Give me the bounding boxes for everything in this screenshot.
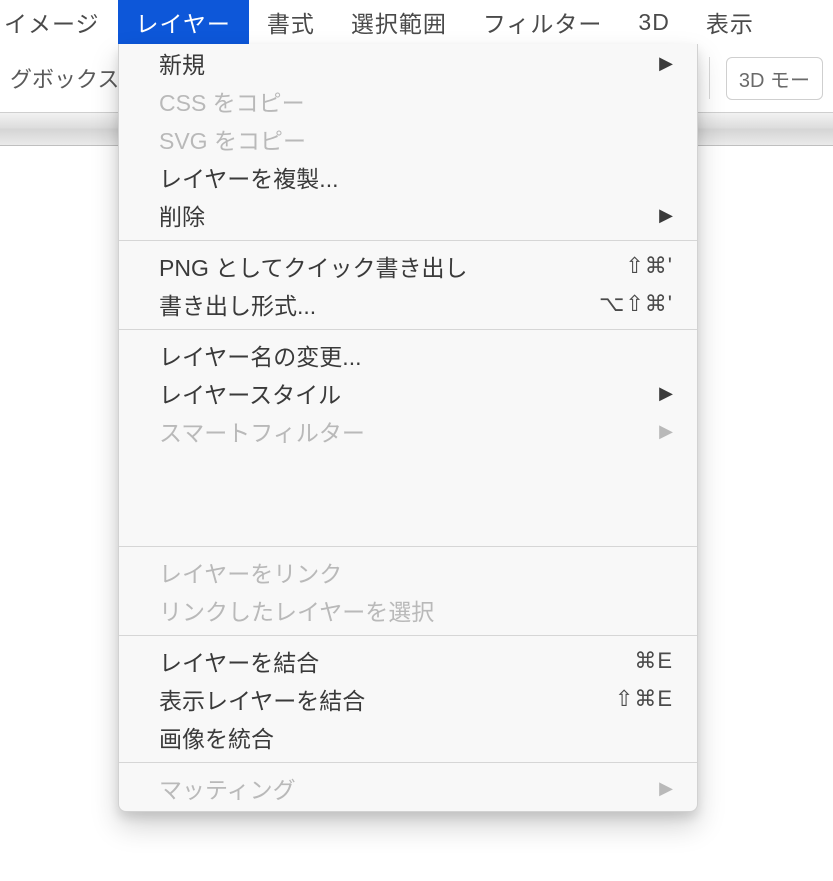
menu-item: CSS をコピー [119, 82, 697, 120]
menu-item-label: レイヤーをリンク [159, 555, 673, 589]
menu-separator [119, 762, 697, 763]
menu-item-label: スマートフィルター [159, 414, 641, 448]
menu-item[interactable]: 画像を統合 [119, 718, 697, 756]
submenu-arrow-icon: ▶ [659, 422, 673, 440]
menu-item[interactable]: PNG としてクイック書き出し ⇧⌘' [119, 247, 697, 285]
menu-item-label: リンクしたレイヤーを選択 [159, 593, 673, 627]
menu-select[interactable]: 選択範囲 [333, 0, 465, 44]
menu-item-label: レイヤーを結合 [159, 644, 616, 678]
menu-item: リンクしたレイヤーを選択 [119, 591, 697, 629]
vertical-separator [709, 57, 710, 99]
menu-item-label: 表示レイヤーを結合 [159, 682, 597, 716]
menu-item[interactable]: レイヤースタイル ▶ [119, 374, 697, 412]
menu-label: 3D [638, 9, 669, 36]
menu-view[interactable]: 表示 [688, 0, 772, 44]
submenu-arrow-icon: ▶ [659, 54, 673, 72]
menu-item-shortcut: ⌥⇧⌘' [599, 291, 673, 317]
menu-item: SVG をコピー [119, 120, 697, 158]
menu-layer[interactable]: レイヤー [118, 0, 249, 44]
menu-item-label: 画像を統合 [159, 720, 673, 754]
3d-mode-selector[interactable]: 3D モー [726, 57, 823, 100]
menu-label: 書式 [267, 5, 315, 39]
menu-item: スマートフィルター ▶ [119, 412, 697, 450]
options-right: 3D モー [688, 57, 823, 100]
menu-item[interactable]: 削除 ▶ [119, 196, 697, 234]
menu-item: レイヤーをリンク [119, 553, 697, 591]
menu-item-label: 書き出し形式... [159, 287, 581, 321]
menu-item[interactable]: 書き出し形式... ⌥⇧⌘' [119, 285, 697, 323]
menu-3d[interactable]: 3D [620, 0, 687, 44]
menu-image[interactable]: イメージ [0, 0, 118, 44]
menu-item-label: CSS をコピー [159, 84, 673, 118]
menu-item-label: 削除 [159, 198, 641, 232]
menu-label: 表示 [706, 5, 754, 39]
menu-item-label: レイヤースタイル [159, 376, 641, 410]
layer-menu-dropdown: 新規 ▶ CSS をコピー SVG をコピーレイヤーを複製... 削除 ▶ PNG としてク… [118, 44, 698, 812]
menu-item[interactable]: レイヤーを結合 ⌘E [119, 642, 697, 680]
submenu-arrow-icon: ▶ [659, 779, 673, 797]
menu-item-label: レイヤー名の変更... [159, 338, 673, 372]
submenu-arrow-icon: ▶ [659, 384, 673, 402]
menu-item-shortcut: ⇧⌘' [625, 253, 673, 279]
submenu-arrow-icon: ▶ [659, 206, 673, 224]
menu-item[interactable]: 表示レイヤーを結合 ⇧⌘E [119, 680, 697, 718]
app-menubar: イメージ レイヤー 書式 選択範囲 フィルター 3D 表示 [0, 0, 833, 44]
menu-item[interactable]: 新規 ▶ [119, 44, 697, 82]
menu-filter[interactable]: フィルター [465, 0, 621, 44]
menu-item-label: レイヤーを複製... [159, 160, 673, 194]
menu-label: イメージ [4, 5, 100, 39]
menu-type[interactable]: 書式 [249, 0, 333, 44]
dropdown-gap [119, 450, 697, 546]
3d-mode-label: 3D モー [739, 70, 810, 92]
menu-item[interactable]: レイヤー名の変更... [119, 336, 697, 374]
menu-label: レイヤー [136, 5, 231, 39]
menu-item-shortcut: ⌘E [634, 648, 673, 674]
menu-label: 選択範囲 [351, 5, 447, 39]
menu-item[interactable]: レイヤーを複製... [119, 158, 697, 196]
menu-item-label: 新規 [159, 46, 641, 80]
menu-item: マッティング ▶ [119, 769, 697, 807]
menu-separator [119, 546, 697, 547]
menu-separator [119, 635, 697, 636]
menu-separator [119, 329, 697, 330]
menu-item-shortcut: ⇧⌘E [615, 686, 673, 712]
menu-label: フィルター [483, 5, 603, 39]
menu-item-label: マッティング [159, 771, 641, 805]
menu-item-label: SVG をコピー [159, 122, 673, 156]
menu-separator [119, 240, 697, 241]
menu-item-label: PNG としてクイック書き出し [159, 249, 607, 283]
